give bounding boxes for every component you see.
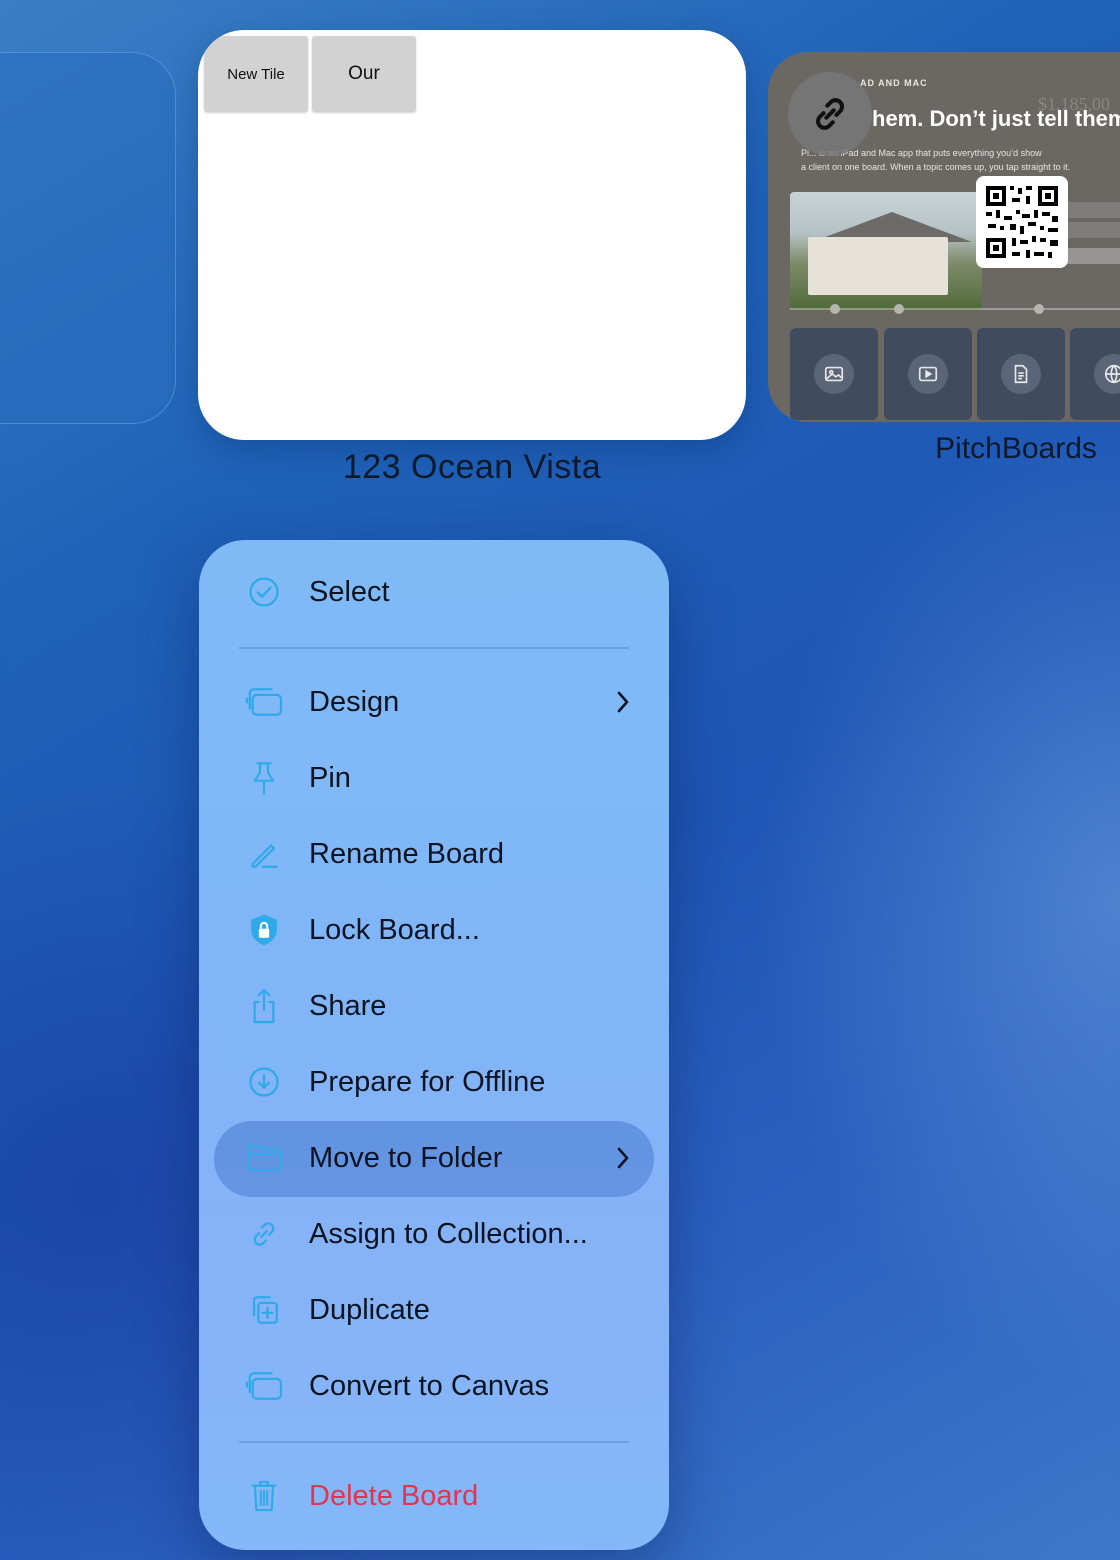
document-icon	[1001, 354, 1041, 394]
menu-item-design[interactable]: Design	[199, 664, 669, 740]
menu-item-duplicate[interactable]: Duplicate	[199, 1272, 669, 1348]
board-title: 123 Ocean Vista	[342, 448, 602, 486]
menu-item-label: Share	[309, 989, 387, 1022]
pb-eyebrow: AD AND MAC	[860, 78, 928, 88]
menu-item-label: Duplicate	[309, 1293, 430, 1326]
menu-item-prepare-offline[interactable]: Prepare for Offline	[199, 1044, 669, 1120]
menu-item-label: Convert to Canvas	[309, 1369, 550, 1402]
chevron-right-icon	[611, 1143, 635, 1173]
link-badge-icon	[788, 72, 872, 156]
tile-our[interactable]: Our	[312, 36, 416, 112]
pencil-icon	[243, 833, 285, 875]
menu-item-label: Delete Board	[309, 1479, 479, 1512]
tile-new-tile[interactable]: New Tile	[204, 36, 308, 112]
house-body	[808, 237, 948, 295]
download-circle-icon	[243, 1061, 285, 1103]
pin-icon	[243, 757, 285, 799]
folder-icon	[243, 1137, 285, 1179]
tile-label: New Tile	[227, 65, 285, 83]
menu-item-label: Prepare for Offline	[309, 1065, 546, 1098]
duplicate-icon	[243, 1289, 285, 1331]
pb-body-line2: a client on one board. When a topic come…	[801, 162, 1071, 172]
pb-timeline-dot	[830, 304, 840, 314]
pb-media-tile	[884, 328, 972, 420]
menu-item-lock-board[interactable]: Lock Board...	[199, 892, 669, 968]
photo-icon	[814, 354, 854, 394]
menu-separator	[239, 1441, 629, 1443]
trash-icon	[243, 1475, 285, 1517]
menu-item-label: Rename Board	[309, 837, 505, 870]
menu-item-move-to-folder[interactable]: Move to Folder	[199, 1120, 669, 1196]
lock-shield-icon	[243, 909, 285, 951]
menu-item-pin[interactable]: Pin	[199, 740, 669, 816]
menu-item-label: Assign to Collection...	[309, 1217, 588, 1250]
menu-item-convert-canvas[interactable]: Convert to Canvas	[199, 1348, 669, 1424]
menu-item-assign-collection[interactable]: Assign to Collection...	[199, 1196, 669, 1272]
pb-media-tile	[790, 328, 878, 420]
qr-code	[976, 176, 1068, 268]
canvas-stack-icon	[243, 1365, 285, 1407]
pb-heading: hem. Don’t just tell them	[872, 106, 1120, 131]
pb-media-tile	[1070, 328, 1120, 420]
pitchboards-label: PitchBoards	[935, 432, 1097, 465]
menu-item-share[interactable]: Share	[199, 968, 669, 1044]
pitchboards-card[interactable]: AD AND MAC $1,185,00 hem. Don’t just tel…	[768, 52, 1120, 422]
menu-item-label: Select	[309, 575, 390, 608]
menu-item-label: Design	[309, 685, 400, 718]
share-icon	[243, 985, 285, 1027]
menu-item-rename[interactable]: Rename Board	[199, 816, 669, 892]
checkmark-circle-icon	[243, 571, 285, 613]
board-thumbnail[interactable]: New Tile Our	[198, 30, 746, 440]
chevron-right-icon	[611, 687, 635, 717]
menu-item-select[interactable]: Select	[199, 554, 669, 630]
tile-label: Our	[348, 63, 380, 84]
play-icon	[908, 354, 948, 394]
pb-timeline-dot	[894, 304, 904, 314]
pb-timeline-dot	[1034, 304, 1044, 314]
link-icon	[243, 1213, 285, 1255]
board-card-left-partial[interactable]	[0, 52, 176, 424]
menu-item-label: Lock Board...	[309, 913, 480, 946]
menu-item-label: Pin	[309, 761, 351, 794]
menu-item-label: Move to Folder	[309, 1141, 503, 1174]
pb-media-tile	[977, 328, 1065, 420]
context-menu: Select Design Pin Rename Board Lock Boar…	[199, 540, 669, 1550]
canvas-stack-icon	[243, 681, 285, 723]
globe-icon	[1094, 354, 1120, 394]
menu-separator	[239, 647, 629, 649]
menu-item-delete-board[interactable]: Delete Board	[199, 1458, 669, 1534]
